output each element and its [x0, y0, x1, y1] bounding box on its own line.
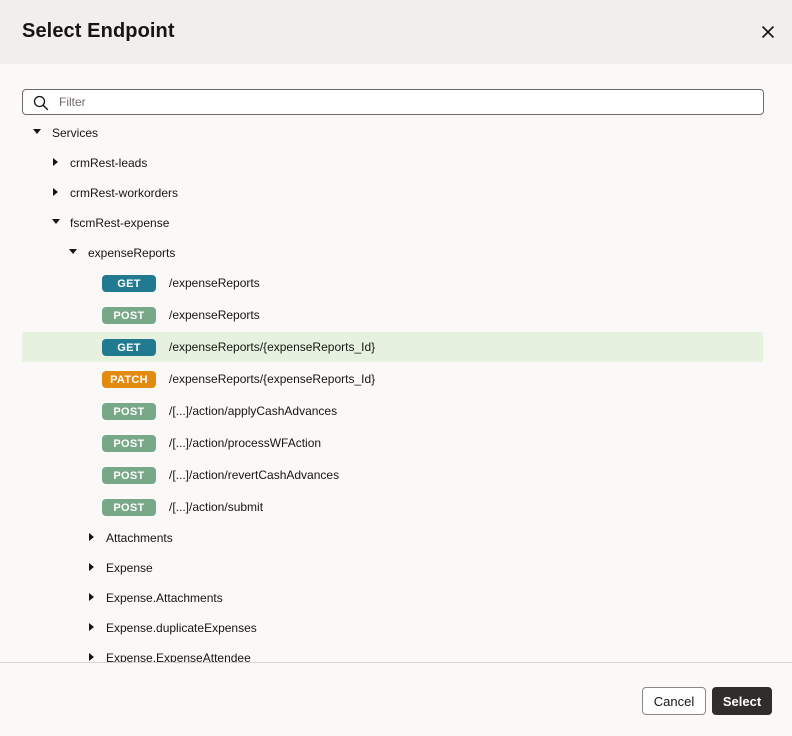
endpoint-path: /[...]/action/processWFAction [169, 436, 322, 450]
dialog-title: Select Endpoint [22, 20, 175, 42]
method-badge-post: POST [102, 435, 156, 452]
endpoint-row[interactable]: POST /[...]/action/submit [22, 492, 763, 522]
endpoint-row[interactable]: POST /expenseReports [22, 300, 763, 330]
search-icon [33, 95, 49, 111]
endpoint-row[interactable]: PATCH /expenseReports/{expenseReports_Id… [22, 364, 763, 394]
method-badge-post: POST [102, 467, 156, 484]
endpoint-path: /expenseReports [169, 276, 260, 290]
method-badge-post: POST [102, 499, 156, 516]
tree-node-label: Attachments [106, 531, 173, 545]
tree-node-expense-expenseattendee[interactable]: Expense.ExpenseAttendee [22, 643, 763, 662]
tree-node-fscmrest-expense[interactable]: fscmRest-expense [22, 208, 763, 238]
footer-divider [0, 662, 792, 663]
endpoint-path: /[...]/action/submit [169, 500, 264, 514]
select-endpoint-dialog: Select Endpoint Services crmRest-leads c… [0, 0, 792, 736]
tree-node-label: Expense.duplicateExpenses [106, 621, 257, 635]
caret-down-icon[interactable] [69, 249, 77, 254]
tree-node-label: expenseReports [88, 246, 176, 260]
tree-node-label: Services [52, 126, 99, 140]
cancel-button[interactable]: Cancel [642, 687, 706, 715]
filter-input[interactable] [59, 90, 759, 114]
endpoint-tree: Services crmRest-leads crmRest-workorder… [0, 118, 792, 662]
tree-node-expense[interactable]: Expense [22, 553, 763, 583]
tree-node-label: Expense [106, 561, 153, 575]
endpoint-row-selected[interactable]: GET /expenseReports/{expenseReports_Id} [22, 332, 763, 362]
tree-node-label: crmRest-workorders [70, 186, 179, 200]
endpoint-row[interactable]: POST /[...]/action/revertCashAdvances [22, 460, 763, 490]
caret-right-icon[interactable] [53, 188, 58, 196]
caret-right-icon[interactable] [53, 158, 58, 166]
close-icon [762, 26, 774, 38]
caret-right-icon[interactable] [89, 533, 94, 541]
endpoint-path: /[...]/action/revertCashAdvances [169, 468, 340, 482]
method-badge-get: GET [102, 339, 156, 356]
tree-node-label: fscmRest-expense [70, 216, 170, 230]
endpoint-row[interactable]: POST /[...]/action/applyCashAdvances [22, 396, 763, 426]
endpoint-path: /[...]/action/applyCashAdvances [169, 404, 338, 418]
close-button[interactable] [758, 22, 778, 42]
tree-node-crmrest-workorders[interactable]: crmRest-workorders [22, 178, 763, 208]
caret-right-icon[interactable] [89, 563, 94, 571]
tree-node-services[interactable]: Services [22, 118, 763, 148]
endpoint-path: /expenseReports/{expenseReports_Id} [169, 340, 376, 354]
tree-node-attachments[interactable]: Attachments [22, 523, 763, 553]
select-button[interactable]: Select [712, 687, 772, 715]
tree-node-expense-attachments[interactable]: Expense.Attachments [22, 583, 763, 613]
caret-right-icon[interactable] [89, 623, 94, 631]
method-badge-get: GET [102, 275, 156, 292]
method-badge-patch: PATCH [102, 371, 156, 388]
caret-right-icon[interactable] [89, 593, 94, 601]
endpoint-row[interactable]: GET /expenseReports [22, 268, 763, 298]
tree-node-label: Expense.ExpenseAttendee [106, 651, 251, 662]
dialog-header: Select Endpoint [0, 0, 792, 64]
caret-down-icon[interactable] [33, 129, 41, 134]
tree-node-label: crmRest-leads [70, 156, 148, 170]
caret-right-icon[interactable] [89, 653, 94, 661]
caret-down-icon[interactable] [52, 219, 60, 224]
method-badge-post: POST [102, 307, 156, 324]
tree-node-expensereports[interactable]: expenseReports [22, 238, 763, 268]
tree-node-crmrest-leads[interactable]: crmRest-leads [22, 148, 763, 178]
tree-node-expense-duplicateexpenses[interactable]: Expense.duplicateExpenses [22, 613, 763, 643]
endpoint-row[interactable]: POST /[...]/action/processWFAction [22, 428, 763, 458]
method-badge-post: POST [102, 403, 156, 420]
filter-field[interactable] [22, 89, 764, 115]
tree-node-label: Expense.Attachments [106, 591, 223, 605]
endpoint-path: /expenseReports [169, 308, 260, 322]
endpoint-path: /expenseReports/{expenseReports_Id} [169, 372, 376, 386]
